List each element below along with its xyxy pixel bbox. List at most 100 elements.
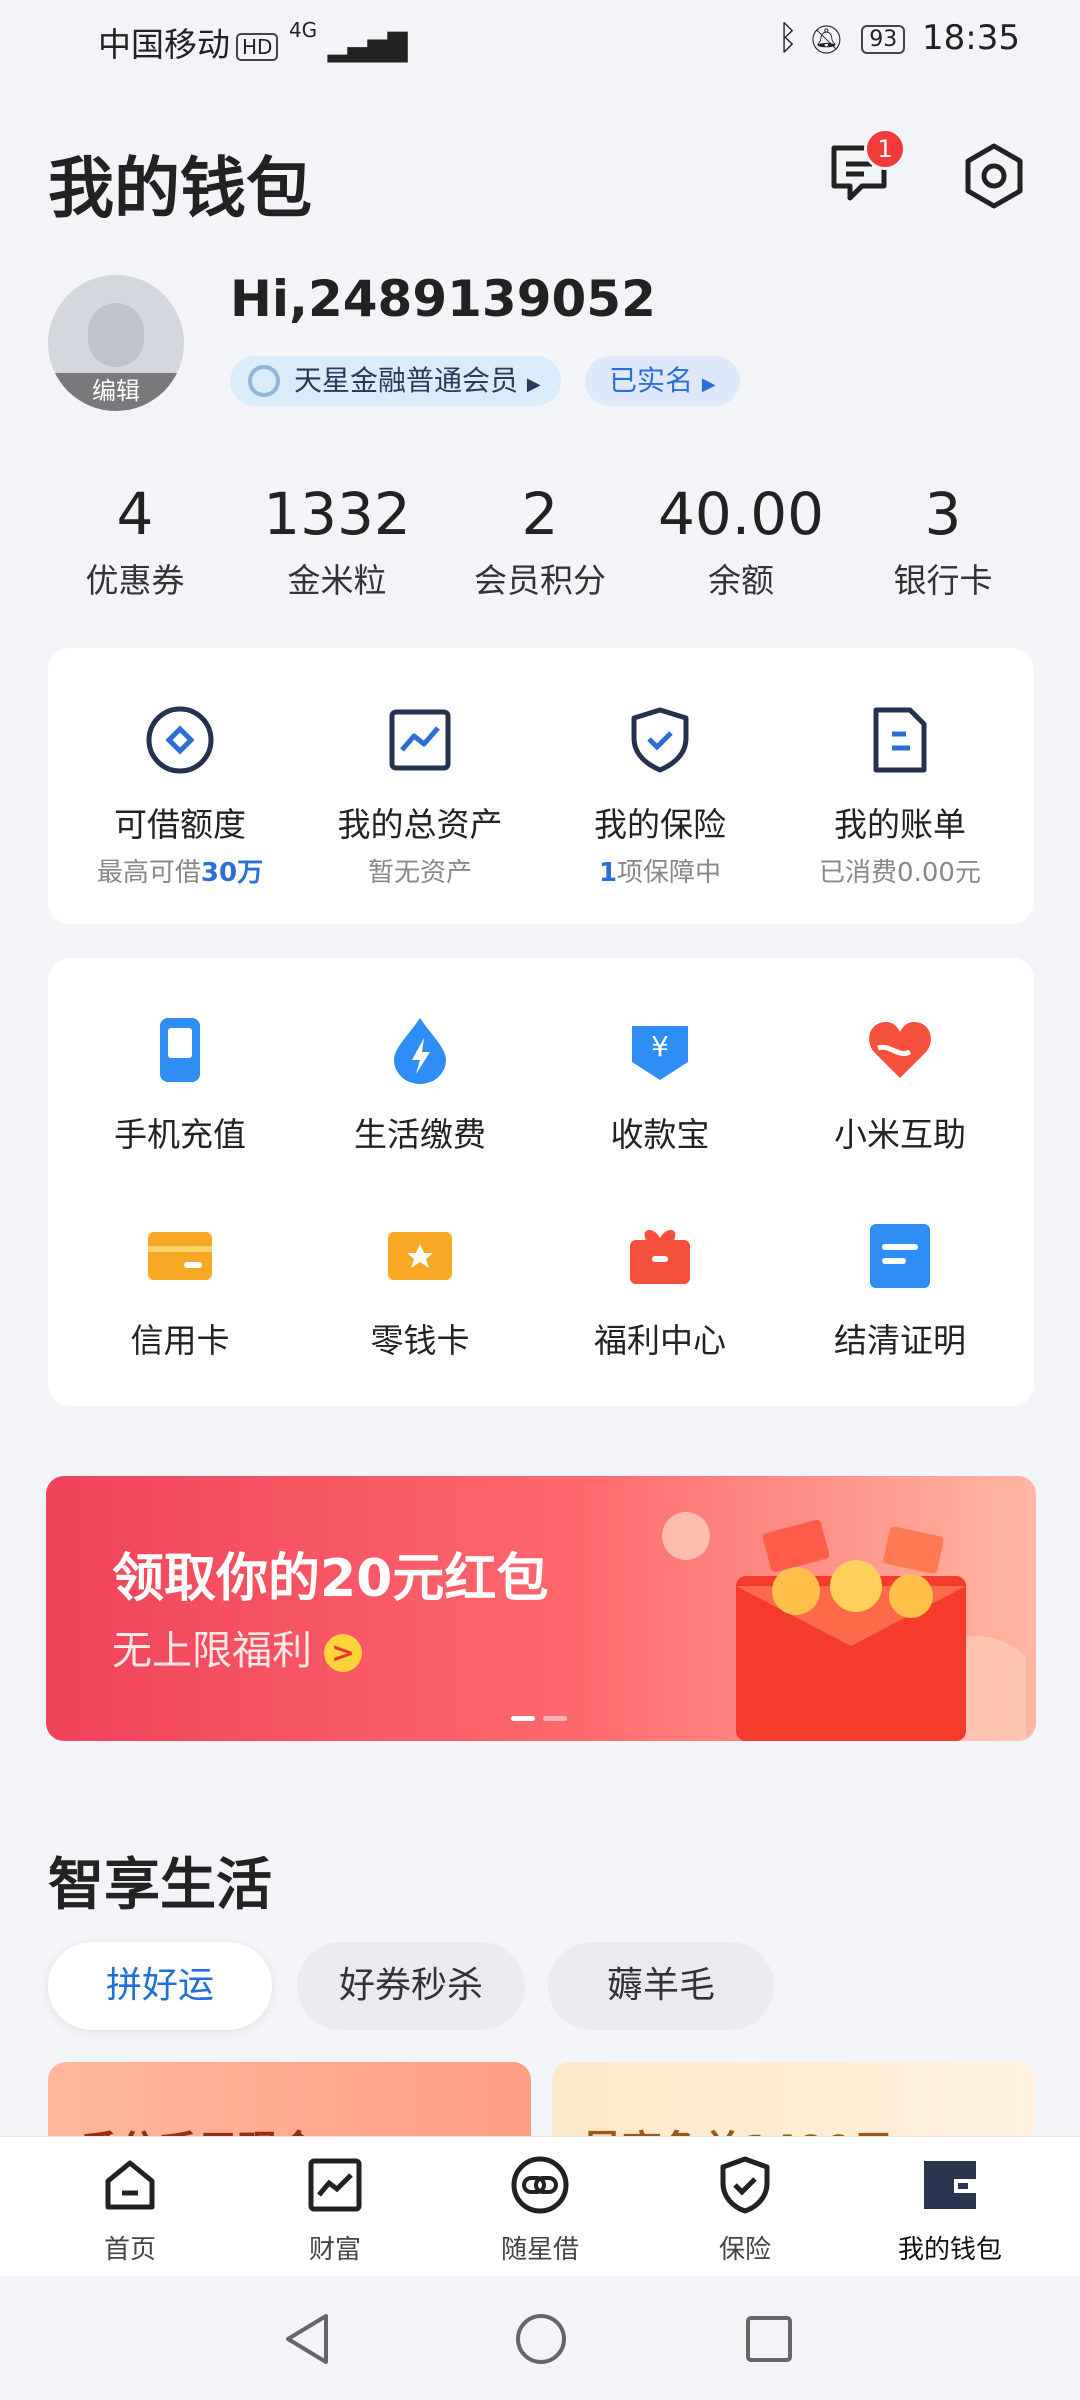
avatar-placeholder-icon — [88, 303, 144, 367]
service-change-card[interactable]: 零钱卡 — [300, 1220, 540, 1362]
wealth-chart-icon — [308, 2158, 362, 2212]
gift-icon — [630, 1229, 690, 1284]
bill-icon — [873, 707, 927, 773]
stat-value: 40.00 — [657, 480, 825, 548]
status-left: 中国移动 HD 4G ▂▄▆█ — [98, 18, 408, 66]
service-settlement-cert[interactable]: 结清证明 — [780, 1220, 1020, 1362]
indicator-active — [511, 1716, 535, 1721]
clock: 18:35 — [922, 18, 1020, 58]
tab-wealth[interactable]: 财富 — [245, 2155, 425, 2266]
wallet-icon — [924, 2161, 976, 2209]
red-envelope-icon — [662, 1512, 1026, 1741]
service-label: 结清证明 — [834, 1321, 966, 1360]
carrier-name: 中国移动 — [98, 25, 230, 64]
overview-bill[interactable]: 我的账单 已消费0.00元 — [780, 704, 1020, 889]
overview-insurance[interactable]: 我的保险 1项保障中 — [540, 704, 780, 889]
stat-value: 3 — [924, 480, 962, 548]
chip-deals[interactable]: 薅羊毛 — [548, 1942, 774, 2030]
indicator-inactive — [543, 1716, 567, 1721]
tab-label: 首页 — [103, 2235, 156, 2265]
overview-label: 我的总资产 — [337, 805, 503, 844]
battery-icon: 93 — [861, 25, 906, 54]
service-label: 福利中心 — [594, 1321, 726, 1360]
stat-balance[interactable]: 40.00 余额 — [641, 480, 841, 602]
service-label: 小米互助 — [834, 1115, 966, 1154]
service-label: 零钱卡 — [370, 1321, 470, 1360]
stat-points[interactable]: 2 会员积分 — [440, 480, 640, 602]
stat-value: 1332 — [263, 480, 411, 548]
service-label: 信用卡 — [130, 1321, 230, 1360]
sub-text: 项保障中 — [617, 858, 722, 888]
page-title: 我的钱包 — [48, 150, 312, 227]
service-utility[interactable]: 生活缴费 — [300, 1014, 540, 1156]
stat-label: 金米粒 — [287, 561, 387, 600]
overview-label: 我的账单 — [834, 805, 966, 844]
tab-insurance[interactable]: 保险 — [655, 2155, 835, 2266]
overview-total-assets[interactable]: 我的总资产 暂无资产 — [300, 704, 540, 889]
overview-sub: 最高可借30万 — [60, 852, 300, 889]
arrow-right-icon: > — [324, 1634, 362, 1672]
service-welfare[interactable]: 福利中心 — [540, 1220, 780, 1362]
document-icon — [870, 1224, 930, 1288]
member-level-pill[interactable]: 天星金融普通会员 ▶ — [230, 356, 561, 406]
chart-icon — [389, 709, 451, 771]
chip-lucky[interactable]: 拼好运 — [48, 1942, 272, 2030]
banner-title: 领取你的20元红包 — [112, 1549, 549, 1609]
stat-label: 优惠券 — [85, 561, 185, 600]
service-mutual-aid[interactable]: 小米互助 — [780, 1014, 1020, 1156]
verified-pill[interactable]: 已实名 ▶ — [585, 356, 740, 406]
home-circle-icon[interactable] — [514, 2312, 568, 2366]
status-right: ᛒ 🔕︎ 93 18:35 — [778, 18, 1020, 58]
bluetooth-icon: ᛒ — [777, 18, 799, 58]
stat-bank-cards[interactable]: 3 银行卡 — [843, 480, 1043, 602]
service-label: 生活缴费 — [354, 1115, 486, 1154]
promo-banner[interactable]: 领取你的20元红包 无上限福利 > — [46, 1476, 1036, 1741]
settings-icon[interactable] — [958, 140, 1030, 212]
avatar[interactable]: 编辑 — [48, 275, 184, 411]
overview-sub: 已消费0.00元 — [819, 858, 981, 888]
member-logo-icon — [248, 365, 280, 397]
stat-coupons[interactable]: 4 优惠券 — [35, 480, 235, 602]
water-drop-icon — [394, 1018, 446, 1084]
bottom-tab-bar: 首页 财富 随星借 保险 我的钱包 — [0, 2136, 1080, 2277]
member-level-label: 天星金融普通会员 — [294, 364, 519, 397]
stat-jinmili[interactable]: 1332 金米粒 — [237, 480, 437, 602]
carousel-indicator — [511, 1706, 575, 1725]
sub-highlight: 1 — [598, 858, 618, 888]
service-credit-card[interactable]: 信用卡 — [60, 1220, 300, 1362]
network-type: 4G — [288, 18, 318, 42]
service-receive[interactable]: ¥ 收款宝 — [540, 1014, 780, 1156]
message-badge: 1 — [864, 128, 906, 170]
banner-subtitle-text: 无上限福利 — [112, 1628, 312, 1674]
shield-icon — [720, 2156, 770, 2214]
tab-wallet[interactable]: 我的钱包 — [860, 2155, 1040, 2266]
stat-label: 会员积分 — [474, 561, 606, 600]
sub-highlight: 30万 — [200, 858, 264, 888]
recents-icon[interactable] — [744, 2314, 794, 2364]
status-bar: 中国移动 HD 4G ▂▄▆█ ᛒ 🔕︎ 93 18:35 — [0, 0, 1080, 80]
chip-coupons[interactable]: 好券秒杀 — [297, 1942, 525, 2030]
overview-sub: 暂无资产 — [367, 858, 472, 888]
back-icon[interactable] — [282, 2312, 332, 2366]
section-title: 智享生活 — [48, 1853, 272, 1918]
stat-label: 银行卡 — [893, 561, 993, 600]
link-circle-icon — [511, 2156, 569, 2214]
service-phone-recharge[interactable]: 手机充值 — [60, 1014, 300, 1156]
overview-credit-limit[interactable]: 可借额度 最高可借30万 — [60, 704, 300, 889]
stat-value: 4 — [116, 480, 154, 548]
credit-card-icon — [148, 1232, 212, 1280]
avatar-edit-label[interactable]: 编辑 — [48, 373, 184, 411]
tab-label: 保险 — [718, 2235, 771, 2265]
banner-subtitle: 无上限福利 > — [112, 1618, 362, 1676]
signal-icon: ▂▄▆█ — [327, 33, 408, 63]
overview-label: 我的保险 — [594, 805, 726, 844]
caret-right-icon: ▶ — [701, 374, 716, 395]
tab-borrow[interactable]: 随星借 — [450, 2155, 630, 2266]
mute-icon: 🔕︎ — [808, 23, 845, 56]
caret-right-icon: ▶ — [526, 374, 541, 395]
heart-icon — [869, 1022, 931, 1078]
tab-home[interactable]: 首页 — [40, 2155, 220, 2266]
phone-icon — [160, 1018, 200, 1082]
greeting: Hi,2489139052 — [230, 270, 656, 328]
overview-card: 可借额度 最高可借30万 我的总资产 暂无资产 我的保险 1项保障中 我的账单 … — [48, 648, 1034, 924]
